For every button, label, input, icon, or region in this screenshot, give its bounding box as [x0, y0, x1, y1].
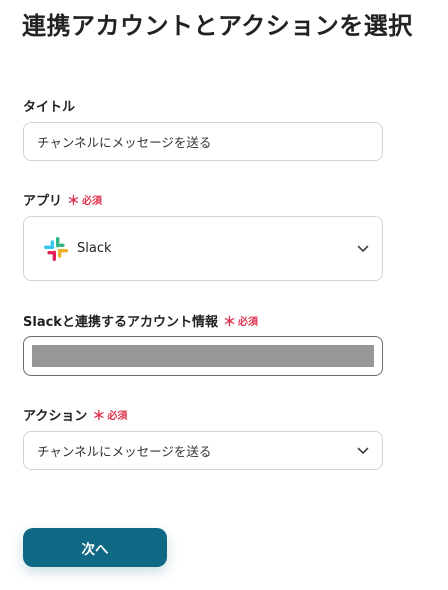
next-button[interactable]: 次へ — [23, 528, 167, 567]
title-input[interactable]: チャンネルにメッセージを送る — [23, 122, 383, 161]
page-title: 連携アカウントとアクションを選択 — [22, 12, 413, 40]
account-select[interactable] — [23, 336, 383, 376]
title-label: タイトル — [23, 96, 75, 115]
action-label: アクション ＊ 必須 — [23, 405, 127, 424]
required-asterisk: ＊ — [222, 315, 236, 330]
title-input-value: チャンネルにメッセージを送る — [37, 135, 212, 150]
action-label-text: アクション — [23, 409, 88, 424]
required-badge: 必須 — [107, 411, 128, 422]
required-badge: 必須 — [82, 196, 103, 207]
account-label-text: Slackと連携するアカウント情報 — [23, 315, 218, 330]
chevron-down-icon — [357, 447, 369, 454]
slack-logo-icon — [44, 236, 68, 261]
account-label: Slackと連携するアカウント情報 ＊ 必須 — [23, 311, 258, 330]
app-select[interactable]: Slack — [23, 216, 383, 281]
required-asterisk: ＊ — [92, 409, 106, 424]
page: 連携アカウントとアクションを選択 タイトル チャンネルにメッセージを送る アプリ… — [0, 0, 448, 590]
app-select-value: Slack — [77, 241, 112, 256]
action-select[interactable]: チャンネルにメッセージを送る — [23, 431, 383, 470]
account-masked-value — [32, 345, 374, 367]
required-asterisk: ＊ — [67, 194, 81, 209]
chevron-down-icon — [357, 245, 369, 252]
app-label: アプリ ＊ 必須 — [23, 190, 102, 209]
app-label-text: アプリ — [23, 194, 63, 209]
required-badge: 必須 — [237, 317, 258, 328]
action-select-value: チャンネルにメッセージを送る — [37, 444, 212, 459]
title-label-text: タイトル — [23, 100, 76, 115]
